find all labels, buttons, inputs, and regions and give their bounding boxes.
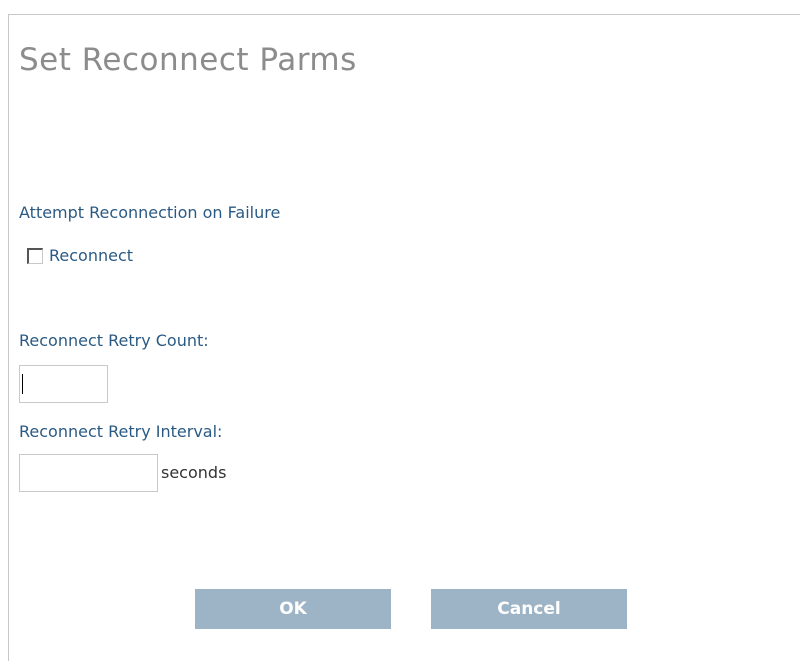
retry-count-input[interactable] bbox=[19, 365, 108, 403]
cancel-button[interactable]: Cancel bbox=[431, 589, 627, 629]
dialog-title: Set Reconnect Parms bbox=[19, 42, 357, 78]
reconnect-checkbox-label[interactable]: Reconnect bbox=[49, 246, 133, 265]
reconnect-checkbox[interactable] bbox=[27, 247, 43, 264]
ok-button[interactable]: OK bbox=[195, 589, 391, 629]
seconds-unit-label: seconds bbox=[161, 463, 227, 482]
retry-count-label: Reconnect Retry Count: bbox=[19, 331, 209, 350]
retry-interval-input[interactable] bbox=[19, 454, 158, 492]
text-cursor bbox=[22, 374, 23, 394]
retry-interval-label: Reconnect Retry Interval: bbox=[19, 422, 223, 441]
attempt-reconnection-label: Attempt Reconnection on Failure bbox=[19, 203, 281, 222]
reconnect-dialog: Set Reconnect Parms Attempt Reconnection… bbox=[8, 14, 800, 661]
reconnect-checkbox-row[interactable]: Reconnect bbox=[27, 246, 133, 265]
